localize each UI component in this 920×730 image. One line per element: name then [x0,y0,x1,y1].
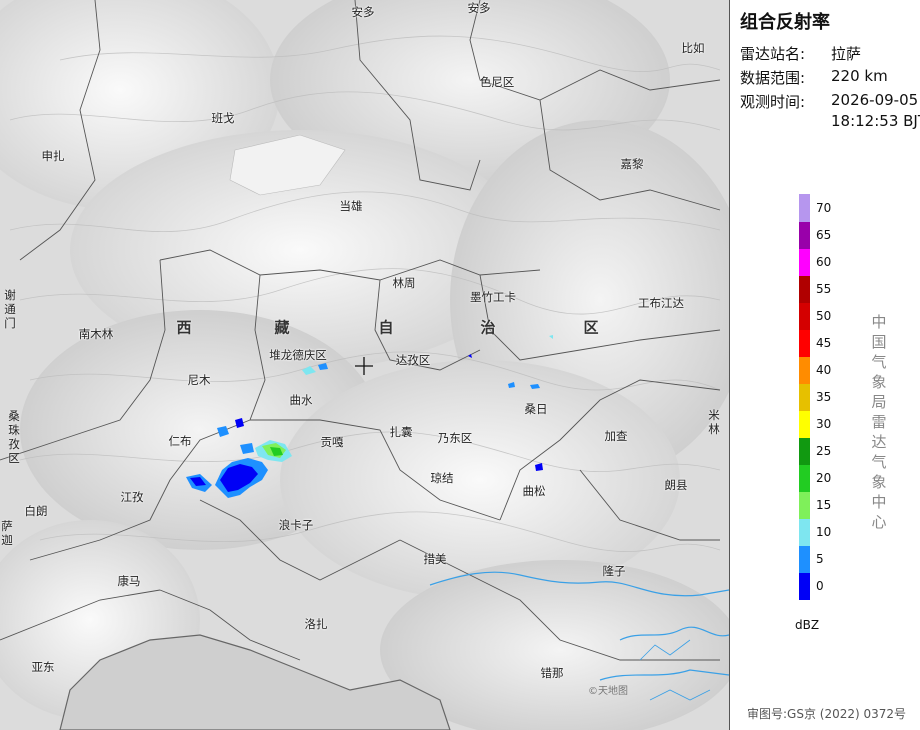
place-label: 琼结 [430,471,454,485]
place-label: 班戈 [211,111,235,125]
place-label: 当雄 [339,199,363,213]
legend-tick-label: 10 [816,525,832,540]
range-value: 220 km [831,67,888,85]
place-label: 桑日 [524,402,548,416]
radar-map[interactable]: 西 藏 自 治 区 安多 安多 比如 色尼区 班戈 申扎 嘉黎 当雄 林周 墨竹… [0,0,729,730]
place-label: 工布江达 [638,296,684,310]
place-label-vertical: 谢通门 [4,288,16,330]
legend-swatch [799,356,810,384]
legend-swatch [799,383,810,412]
place-label: 扎囊 [389,425,413,439]
place-label: 江孜 [120,490,144,504]
range-row: 数据范围: 220 km [740,67,888,88]
legend-tick-label: 30 [816,417,832,432]
place-label: 林周 [392,276,416,290]
legend-tick-label: 35 [816,390,832,404]
range-label: 数据范围: [740,69,806,87]
place-label: 达孜区 [395,353,431,367]
place-label: 乃东区 [437,431,473,445]
radar-viewer: 西 藏 自 治 区 安多 安多 比如 色尼区 班戈 申扎 嘉黎 当雄 林周 墨竹… [0,0,920,730]
terrain-layer [0,0,729,730]
legend-tick-label: 50 [816,308,832,323]
legend-tick-label: 5 [816,552,824,567]
place-label: 浪卡子 [278,518,314,532]
time-date: 2026-09-05 [831,91,919,109]
place-label: 曲水 [289,393,313,407]
legend-tick-label: 70 [816,200,832,215]
place-label: 措美 [423,552,447,566]
place-label: 白朗 [24,504,48,518]
legend-tick-label: 40 [816,362,832,377]
legend-tick-label: 0 [816,579,824,594]
place-label: 色尼区 [479,75,515,89]
place-label: 隆子 [602,564,626,578]
place-label: 尼木 [187,373,211,387]
place-label: 堆龙德庆区 [269,348,327,362]
region-char: 区 [583,318,599,337]
station-row: 雷达站名: 拉萨 [740,43,861,64]
legend-swatch [799,194,810,222]
legend-unit: dBZ [795,618,820,632]
place-label: 安多 [467,1,491,15]
legend-color-bar [799,194,810,601]
region-char: 治 [480,318,496,337]
time-row: 观测时间: 2026-09-05 [740,91,918,112]
region-char: 自 [378,318,394,337]
place-label: 加查 [604,429,628,443]
place-label-vertical: 萨迦 [1,519,13,547]
product-title: 组合反射率 [740,12,830,33]
time-clock: 18:12:53 BJT [831,112,920,130]
legend-swatch [799,275,810,303]
legend-tick-label: 55 [816,281,832,296]
legend-swatch [799,329,810,357]
legend-swatch [799,545,810,574]
legend-tick-label: 25 [816,444,832,459]
agency-text: 中国气象局雷达气象中心 [871,313,887,531]
legend-swatch [799,248,810,276]
place-label-vertical: 桑珠孜区 [8,409,20,465]
place-label: 贡嘎 [320,435,344,449]
place-label: 仁布 [168,434,192,448]
info-panel: 组合反射率 雷达站名: 拉萨 数据范围: 220 km 观测时间: 2026-0… [729,0,920,730]
place-label: 洛扎 [304,617,328,631]
place-label: 申扎 [41,149,65,163]
legend-swatch [799,464,810,493]
place-label: 比如 [681,41,705,55]
time-label: 观测时间: [740,93,806,111]
place-label: 嘉黎 [620,157,644,171]
place-label: 曲松 [522,484,546,498]
place-label: 南木林 [78,327,114,341]
place-label: 墨竹工卡 [470,290,516,304]
place-label: 朗县 [664,478,688,492]
place-label: 康马 [117,574,141,588]
map-watermark: ©天地图 [588,686,628,697]
legend-swatch [799,518,810,547]
legend-swatch [799,491,810,520]
place-label: 亚东 [31,660,55,674]
place-label-vertical: 米林 [708,408,720,436]
legend-tick-label: 65 [816,227,832,242]
approval-number: 审图号:GS京 (2022) 0372号 [747,707,907,721]
legend-swatch [799,572,810,601]
legend-swatch [799,437,810,466]
region-char: 藏 [274,318,290,337]
legend-swatch [799,410,810,439]
region-char: 西 [176,318,192,337]
legend-tick-label: 15 [816,498,832,513]
place-label: 错那 [540,666,564,680]
legend-swatch [799,221,810,249]
legend-tick-label: 20 [816,471,832,486]
place-label: 安多 [351,5,375,19]
legend-tick-label: 60 [816,254,832,269]
station-label: 雷达站名: [740,45,806,63]
legend-tick-label: 45 [816,335,832,350]
legend-swatch [799,302,810,330]
station-value: 拉萨 [831,45,862,63]
